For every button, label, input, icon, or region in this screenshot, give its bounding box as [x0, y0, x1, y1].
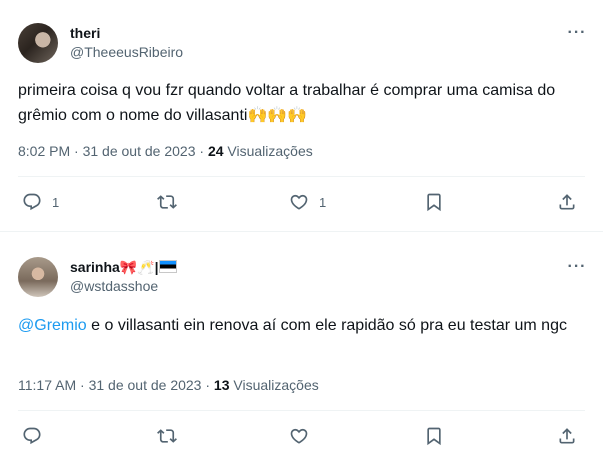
tweet-time[interactable]: 8:02 PM	[18, 143, 70, 159]
share-icon	[559, 428, 575, 444]
tweet-text-body: e o villasanti ein renova aí com ele rap…	[86, 317, 567, 334]
tweet-meta: 8:02 PM · 31 de out de 2023 · 24 Visuali…	[18, 143, 313, 159]
more-icon[interactable]: ···	[567, 25, 587, 47]
more-icon[interactable]: ···	[567, 259, 587, 281]
reply-button[interactable]: 1	[22, 191, 59, 213]
tweet-date[interactable]: 31 de out de 2023	[83, 143, 196, 159]
bookmark-icon	[427, 427, 441, 446]
meta-separator: ·	[205, 377, 211, 393]
views-count: 24	[207, 143, 224, 159]
views-count: 13	[213, 377, 230, 393]
retweet-icon	[157, 195, 177, 209]
reply-button[interactable]	[22, 425, 52, 447]
meta-separator: ·	[80, 377, 85, 393]
display-name-text: sarinha🎀🥂|	[70, 259, 159, 275]
display-name[interactable]: sarinha🎀🥂|	[70, 259, 177, 276]
reply-icon	[23, 193, 41, 211]
share-icon	[559, 194, 575, 210]
user-handle[interactable]: @TheeeusRibeiro	[70, 44, 183, 60]
like-button[interactable]	[289, 425, 319, 447]
heart-icon	[290, 194, 308, 210]
heart-icon	[290, 428, 308, 444]
meta-separator: ·	[199, 143, 205, 159]
reply-count: 1	[52, 194, 60, 210]
bookmark-icon	[427, 193, 441, 212]
meta-separator: ·	[74, 143, 79, 159]
divider	[18, 410, 585, 411]
share-button[interactable]	[557, 191, 577, 213]
tweet-date[interactable]: 31 de out de 2023	[89, 377, 202, 393]
bookmark-button[interactable]	[424, 191, 444, 213]
mention-link[interactable]: @Gremio	[18, 317, 87, 334]
divider	[18, 176, 585, 177]
bookmark-button[interactable]	[424, 425, 444, 447]
like-count: 1	[319, 194, 327, 210]
tweet-time[interactable]: 11:17 AM	[18, 377, 76, 393]
estonia-flag-icon	[158, 260, 177, 273]
avatar[interactable]	[18, 257, 58, 297]
tweet[interactable]: theri @TheeeusRibeiro ··· primeira coisa…	[0, 0, 603, 226]
like-button[interactable]: 1	[289, 191, 326, 213]
share-button[interactable]	[557, 425, 577, 447]
retweet-button[interactable]	[157, 425, 187, 447]
retweet-icon	[157, 429, 177, 443]
views-label: Visualizações	[227, 143, 313, 159]
display-name[interactable]: theri	[70, 25, 100, 41]
avatar[interactable]	[18, 23, 58, 63]
reply-icon	[23, 427, 41, 445]
tweet-text: primeira coisa q vou fzr quando voltar a…	[18, 82, 556, 124]
retweet-button[interactable]	[157, 191, 187, 213]
tweet-divider	[0, 231, 603, 232]
views-label: Visualizações	[233, 377, 319, 393]
tweet[interactable]: sarinha🎀🥂| @wstdasshoe ··· @Gremio e o v…	[0, 240, 603, 468]
tweet-text: @Gremio e o villasanti ein renova aí com…	[18, 313, 592, 338]
user-handle[interactable]: @wstdasshoe	[70, 278, 158, 294]
tweet-meta: 11:17 AM · 31 de out de 2023 · 13 Visual…	[18, 377, 319, 393]
